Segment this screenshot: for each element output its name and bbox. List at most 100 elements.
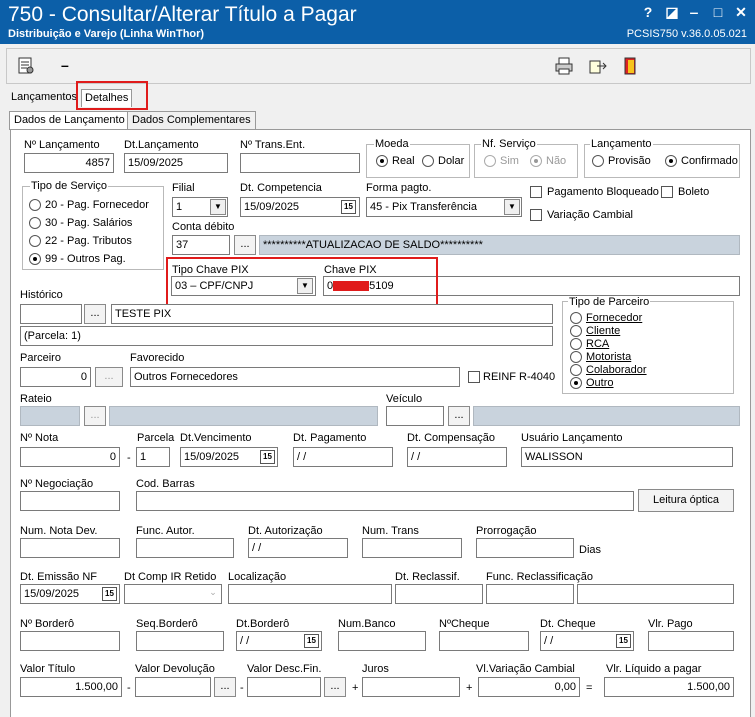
valor-titulo-field[interactable]: 1.500,00 — [20, 677, 122, 697]
variacao-cambial-label: Variação Cambial — [547, 209, 634, 221]
seq-bordero-field[interactable] — [136, 631, 224, 651]
moeda-label: Moeda — [374, 138, 410, 151]
chevron-down-icon[interactable]: ⌄ — [206, 587, 220, 601]
vlr-liquido-field[interactable]: 1.500,00 — [604, 677, 734, 697]
window-title: 750 - Consultar/Alterar Título a Pagar — [8, 3, 357, 26]
radio-servico-99[interactable] — [29, 253, 41, 265]
variacao-cambial-checkbox[interactable] — [530, 209, 542, 221]
filial-dropdown-icon[interactable]: ▼ — [210, 199, 226, 215]
rateio-search-button[interactable]: ... — [84, 406, 106, 426]
veiculo-search-button[interactable]: ... — [448, 406, 470, 426]
calendar-icon[interactable]: 15 — [616, 634, 631, 648]
historico-text-2[interactable]: (Parcela: 1) — [20, 326, 553, 346]
valor-desc-fin-field[interactable] — [247, 677, 321, 697]
veiculo-field[interactable] — [386, 406, 444, 426]
cod-barras-field[interactable] — [136, 491, 634, 511]
boleto-label: Boleto — [678, 186, 710, 198]
calendar-icon[interactable]: 15 — [102, 587, 117, 601]
radio-rca[interactable] — [570, 338, 582, 350]
historico-text-1[interactable]: TESTE PIX — [111, 304, 553, 324]
pagamento-bloqueado-label: Pagamento Bloqueado — [547, 186, 659, 198]
prorrogacao-field[interactable] — [476, 538, 574, 558]
num-nota-dev-field[interactable] — [20, 538, 120, 558]
valor-desc-fin-label: Valor Desc.Fin. — [247, 663, 322, 675]
valor-devolucao-label: Valor Devolução — [135, 663, 215, 675]
vl-variacao-cambial-field[interactable]: 0,00 — [478, 677, 580, 697]
forma-pagto-select[interactable]: 45 - Pix Transferência — [366, 197, 522, 217]
num-banco-field[interactable] — [338, 631, 426, 651]
dt-compensacao-field[interactable]: / / — [407, 447, 507, 467]
tab-lancamentos[interactable]: Lançamentos — [8, 89, 80, 107]
calendar-icon[interactable]: 15 — [260, 450, 275, 464]
pagamento-bloqueado-checkbox[interactable] — [530, 186, 542, 198]
forma-pagto-value: 45 - Pix Transferência — [370, 201, 477, 213]
n-nota-field[interactable]: 0 — [20, 447, 120, 467]
radio-real[interactable] — [376, 155, 388, 167]
document-icon[interactable] — [15, 55, 37, 77]
func-reclassificacao-field[interactable] — [486, 584, 574, 604]
tab-dados-complementares[interactable]: Dados Complementares — [127, 111, 256, 130]
conta-debito-search-button[interactable]: ... — [234, 235, 256, 255]
calendar-icon[interactable]: 15 — [304, 634, 319, 648]
radio-fornecedor[interactable] — [570, 312, 582, 324]
n-bordero-field[interactable] — [20, 631, 120, 651]
radio-servico-22[interactable] — [29, 235, 41, 247]
close-icon[interactable]: ✕ — [733, 4, 749, 20]
radio-nf-nao[interactable] — [530, 155, 542, 167]
num-trans-field[interactable] — [362, 538, 462, 558]
plus-sign-1: + — [352, 682, 359, 694]
radio-colaborador[interactable] — [570, 364, 582, 376]
radio-nf-sim[interactable] — [484, 155, 496, 167]
resize-icon[interactable]: ◪ — [664, 4, 680, 20]
dt-reclassif-field[interactable] — [395, 584, 483, 604]
n-trans-ent-field[interactable] — [240, 153, 360, 173]
dt-lancamento-field[interactable]: 15/09/2025 — [124, 153, 228, 173]
minus-icon[interactable]: – — [61, 57, 69, 73]
radio-motorista[interactable] — [570, 351, 582, 363]
usuario-lancamento-field[interactable]: WALISSON — [521, 447, 733, 467]
export-icon[interactable] — [587, 55, 609, 77]
radio-dolar[interactable] — [422, 155, 434, 167]
forma-pagto-dropdown-icon[interactable]: ▼ — [504, 199, 520, 215]
help-icon[interactable]: ? — [640, 4, 656, 20]
leitura-optica-button[interactable]: Leitura óptica — [638, 489, 734, 512]
parceiro-search-button[interactable]: ... — [95, 367, 123, 387]
parcela-field[interactable]: 1 — [136, 447, 170, 467]
radio-cliente[interactable] — [570, 325, 582, 337]
func-autor-field[interactable] — [136, 538, 234, 558]
minimize-icon[interactable]: ‒ — [686, 4, 702, 20]
n-cheque-field[interactable] — [439, 631, 529, 651]
localizacao-field[interactable] — [228, 584, 392, 604]
historico-code-field[interactable] — [20, 304, 82, 324]
num-nota-dev-label: Num. Nota Dev. — [20, 525, 98, 537]
dt-autorizacao-field[interactable]: / / — [248, 538, 348, 558]
boleto-checkbox[interactable] — [661, 186, 673, 198]
n-nota-label: Nº Nota — [20, 432, 59, 444]
radio-provisao[interactable] — [592, 155, 604, 167]
historico-search-button[interactable]: ... — [84, 304, 106, 324]
valor-devolucao-search-button[interactable]: ... — [214, 677, 236, 697]
conta-debito-field[interactable]: 37 — [172, 235, 230, 255]
vlr-pago-field[interactable] — [648, 631, 734, 651]
reinf-checkbox[interactable] — [468, 371, 480, 383]
n-negociacao-field[interactable] — [20, 491, 120, 511]
usuario-lancamento-label: Usuário Lançamento — [521, 432, 623, 444]
n-lancamento-field[interactable]: 4857 — [24, 153, 114, 173]
maximize-icon[interactable]: □ — [710, 4, 726, 20]
favorecido-field[interactable]: Outros Fornecedores — [130, 367, 460, 387]
parceiro-field[interactable]: 0 — [20, 367, 91, 387]
radio-servico-30[interactable] — [29, 217, 41, 229]
radio-outro[interactable] — [570, 377, 582, 389]
exit-door-icon[interactable] — [619, 55, 641, 77]
printer-icon[interactable] — [553, 55, 575, 77]
radio-servico-20[interactable] — [29, 199, 41, 211]
juros-field[interactable] — [362, 677, 460, 697]
dash-sign-2: - — [240, 682, 244, 694]
calendar-icon[interactable]: 15 — [341, 200, 356, 214]
valor-devolucao-field[interactable] — [135, 677, 211, 697]
radio-confirmado[interactable] — [665, 155, 677, 167]
valor-desc-fin-search-button[interactable]: ... — [324, 677, 346, 697]
vlr-pago-label: Vlr. Pago — [648, 618, 693, 630]
dt-pagamento-field[interactable]: / / — [293, 447, 393, 467]
tab-dados-lancamento[interactable]: Dados de Lançamento — [9, 111, 130, 130]
